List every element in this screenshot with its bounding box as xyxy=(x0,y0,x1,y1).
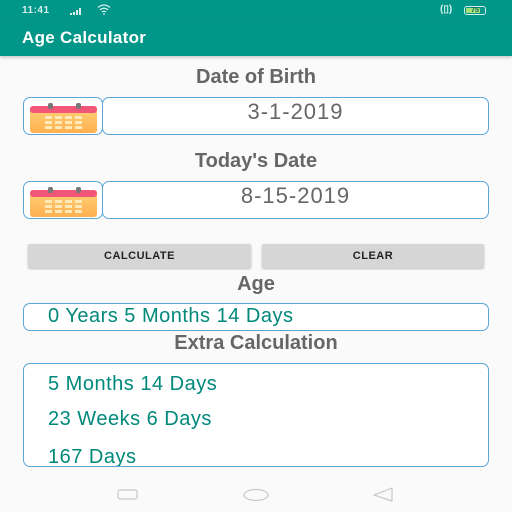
wifi-icon xyxy=(97,4,111,18)
recents-icon[interactable] xyxy=(117,489,139,501)
date-of-birth-row: 3-1-2019 xyxy=(23,97,489,135)
extra-weeks-days: 23 Weeks 6 Days xyxy=(48,408,212,430)
status-bar: 11:41 (▯) 75 xyxy=(0,0,512,22)
extra-total-days: 167 Days xyxy=(48,446,137,467)
vibrate-icon: (▯) xyxy=(440,4,453,15)
navigation-bar xyxy=(0,478,512,512)
calculate-button[interactable]: CALCULATE xyxy=(28,244,251,268)
extra-calculation-box[interactable]: 5 Months 14 Days 23 Weeks 6 Days 167 Day… xyxy=(23,363,489,467)
signal-icon xyxy=(70,7,81,15)
calendar-icon xyxy=(30,103,97,133)
todays-date-field[interactable]: 8-15-2019 xyxy=(102,181,489,219)
todays-date-row: 8-15-2019 xyxy=(23,181,489,219)
extra-calculation-label: Extra Calculation xyxy=(174,332,338,354)
clear-button[interactable]: CLEAR xyxy=(262,244,484,268)
age-label: Age xyxy=(237,273,275,295)
date-of-birth-label: Date of Birth xyxy=(196,66,316,88)
extra-months-days: 5 Months 14 Days xyxy=(48,373,218,395)
date-of-birth-calendar-button[interactable] xyxy=(23,97,103,135)
app-bar: Age Calculator xyxy=(0,22,512,56)
calendar-icon xyxy=(30,187,97,217)
app-title: Age Calculator xyxy=(22,28,147,47)
todays-date-label: Today's Date xyxy=(194,150,318,172)
battery-icon: 75 xyxy=(464,6,486,15)
home-icon[interactable] xyxy=(242,488,270,502)
battery-level: 75 xyxy=(471,7,479,14)
todays-date-calendar-button[interactable] xyxy=(23,181,103,219)
age-result-box: 0 Years 5 Months 14 Days xyxy=(23,303,489,331)
back-icon[interactable] xyxy=(372,487,394,503)
age-result: 0 Years 5 Months 14 Days xyxy=(48,305,294,327)
status-time: 11:41 xyxy=(22,5,50,16)
date-of-birth-field[interactable]: 3-1-2019 xyxy=(102,97,489,135)
